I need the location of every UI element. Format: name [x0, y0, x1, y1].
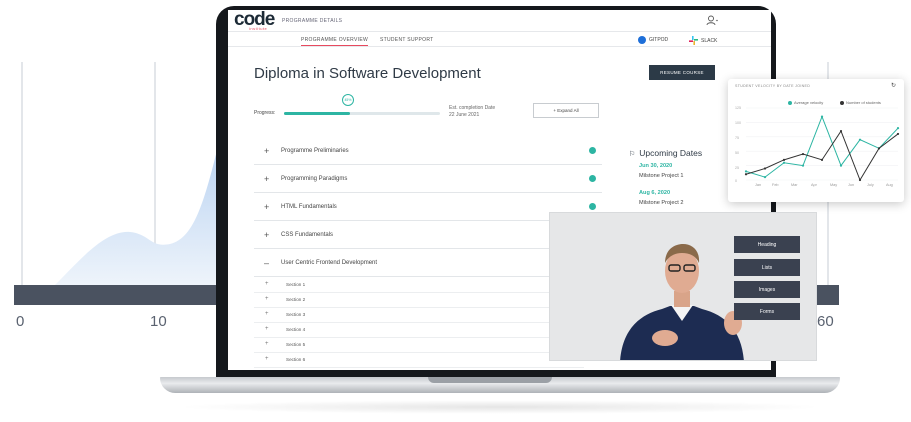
plus-icon: +	[264, 174, 270, 184]
module-row[interactable]: + Programming Paradigms	[254, 165, 602, 193]
complete-check-icon	[589, 203, 596, 210]
resume-course-button[interactable]: RESUME COURSE	[649, 65, 715, 80]
plus-icon: +	[265, 341, 269, 347]
logo-subtitle: institute	[249, 26, 268, 31]
upcoming-date: Jun 30, 2020	[639, 163, 673, 169]
video-button-forms[interactable]: Forms	[734, 303, 800, 320]
data-point	[858, 178, 862, 182]
data-point	[763, 167, 767, 170]
velocity-line-chart	[744, 107, 900, 182]
module-name: User Centric Frontend Development	[281, 260, 378, 266]
data-point	[744, 170, 748, 173]
video-button-images[interactable]: Images	[734, 281, 800, 298]
module-row[interactable]: + Programme Preliminaries	[254, 137, 602, 165]
module-name: Programming Paradigms	[281, 176, 348, 182]
section-name: Section 5	[286, 342, 306, 347]
instructor-neck	[674, 291, 690, 307]
data-point	[896, 132, 900, 136]
data-point	[801, 152, 805, 156]
hero-image: 0 10 60 code institute PROGRAMME DETAILS…	[0, 0, 911, 422]
data-point	[839, 129, 843, 133]
upcoming-title: Upcoming Dates	[639, 148, 703, 158]
page-title: Diploma in Software Development	[254, 65, 481, 82]
data-point	[858, 138, 862, 141]
plus-icon: +	[265, 311, 269, 317]
module-name: CSS Fundamentals	[281, 232, 334, 238]
data-point	[820, 158, 824, 161]
section-row[interactable]: + Section 3	[254, 308, 584, 323]
section-row[interactable]: + Section 6	[254, 353, 584, 368]
data-point	[782, 158, 786, 161]
plus-icon: +	[265, 356, 269, 362]
est-completion-label: Est. completion Date	[449, 105, 496, 111]
bg-axis-label: 10	[150, 313, 167, 330]
data-point	[896, 127, 900, 130]
plus-icon: +	[265, 281, 269, 287]
user-icon[interactable]	[706, 15, 718, 26]
upcoming-date: Aug 6, 2020	[639, 190, 671, 196]
progress-fill	[284, 112, 350, 115]
plus-icon: +	[265, 326, 269, 332]
section-name: Section 3	[286, 312, 306, 317]
instructor-video[interactable]: Heading Lists Images Forms	[549, 212, 817, 361]
bg-distribution-area	[55, 100, 230, 285]
top-bar: code institute PROGRAMME DETAILS	[228, 10, 771, 32]
complete-check-icon	[589, 147, 596, 154]
instructor-hand	[652, 330, 678, 346]
expand-all-button[interactable]: + Expand All	[533, 103, 599, 118]
progress-bubble: 45%	[342, 94, 354, 106]
series-line-average-velocity	[745, 115, 899, 178]
header-title: PROGRAMME DETAILS	[282, 18, 343, 24]
data-point	[801, 164, 805, 167]
data-point	[763, 176, 767, 179]
laptop-shadow	[175, 400, 825, 414]
section-row[interactable]: + Section 1	[254, 278, 584, 293]
video-button-heading[interactable]: Heading	[734, 236, 800, 253]
plus-icon: +	[264, 202, 270, 212]
complete-check-icon	[589, 175, 596, 182]
slack-label: SLACK	[701, 37, 718, 44]
data-point	[782, 161, 786, 164]
module-name: Programme Preliminaries	[281, 148, 349, 154]
section-row[interactable]: + Section 4	[254, 323, 584, 338]
section-name: Section 4	[286, 327, 306, 332]
data-point	[820, 115, 824, 118]
upcoming-milestone: Milstone Project 2	[639, 200, 684, 206]
plus-icon: +	[264, 146, 270, 156]
minus-icon: –	[264, 258, 270, 268]
slack-link[interactable]: SLACK	[689, 36, 717, 45]
bg-axis-label: 0	[16, 313, 25, 330]
velocity-chart-card: STUDENT VELOCITY BY DATE JOINED ↻ Averag…	[728, 79, 904, 202]
laptop-notch	[428, 377, 552, 383]
upcoming-milestone: Milstone Project 1	[639, 173, 684, 179]
data-point	[877, 147, 881, 150]
gitpod-link[interactable]: GITPOD	[638, 36, 668, 44]
flag-icon: ⚐	[629, 151, 636, 158]
tab-student-support[interactable]: STUDENT SUPPORT	[380, 37, 434, 43]
video-button-lists[interactable]: Lists	[734, 259, 800, 276]
gitpod-icon	[638, 36, 646, 44]
progress-label: Progress:	[254, 110, 276, 116]
section-row[interactable]: + Section 5	[254, 338, 584, 353]
section-name: Section 6	[286, 357, 306, 362]
progress-bar	[284, 112, 440, 115]
est-completion-date: 22 June 2021	[449, 112, 480, 118]
upcoming-dates-heading: ⚐ Upcoming Dates	[629, 148, 702, 158]
data-point	[839, 164, 843, 167]
data-point	[744, 173, 748, 176]
plus-icon: +	[265, 296, 269, 302]
section-name: Section 1	[286, 282, 306, 287]
est-completion: Est. completion Date 22 June 2021	[449, 105, 495, 119]
section-name: Section 2	[286, 297, 306, 302]
slack-icon	[689, 36, 698, 45]
series-line-number-of-students	[745, 129, 899, 182]
module-name: HTML Fundamentals	[281, 204, 337, 210]
tab-programme-overview[interactable]: PROGRAMME OVERVIEW	[301, 37, 368, 46]
bg-axis-label: 60	[817, 313, 834, 330]
gitpod-label: GITPOD	[649, 37, 669, 43]
sub-navigation: PROGRAMME OVERVIEW STUDENT SUPPORT GITPO…	[228, 33, 771, 47]
section-row[interactable]: + Section 2	[254, 293, 584, 308]
plus-icon: +	[264, 230, 270, 240]
